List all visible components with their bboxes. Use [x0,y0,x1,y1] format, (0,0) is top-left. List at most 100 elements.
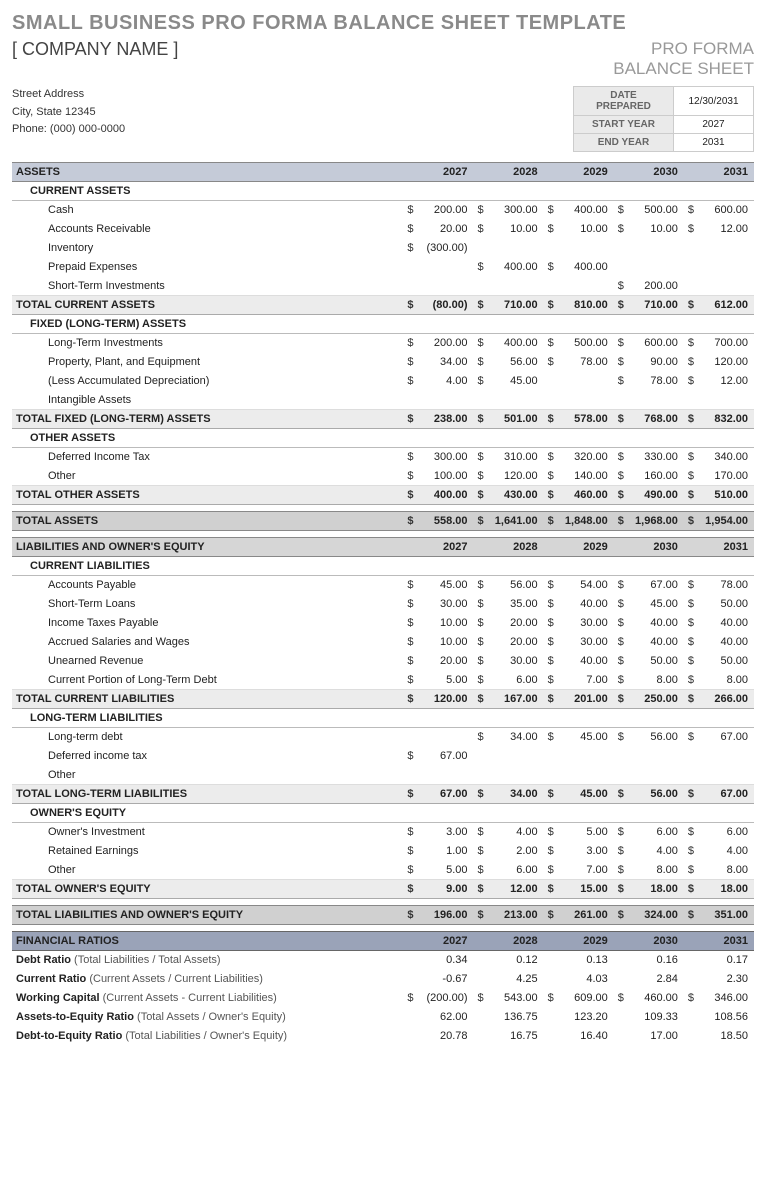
row-label: Owner's Investment [12,823,403,842]
currency-symbol [403,728,417,747]
currency-symbol: $ [544,989,558,1008]
amount: 558.00 [418,512,474,531]
amount: 7.00 [558,861,614,880]
row-label: Long-term debt [12,728,403,747]
amount [628,747,684,766]
amount: 34.00 [488,728,544,747]
amount: 1,968.00 [628,512,684,531]
pro-forma-line1: PRO FORMA [613,39,754,59]
currency-symbol: $ [403,372,417,391]
page-title: SMALL BUSINESS PRO FORMA BALANCE SHEET T… [12,12,754,35]
currency-symbol: $ [544,728,558,747]
currency-symbol: $ [474,842,488,861]
currency-symbol [474,766,488,785]
currency-symbol: $ [614,633,628,652]
balance-sheet-table: ASSETS20272028202920302031CURRENT ASSETS… [12,162,754,1046]
currency-symbol: $ [403,880,417,899]
currency-symbol: $ [544,296,558,315]
currency-symbol: $ [614,842,628,861]
amount: 67.00 [418,747,474,766]
row-label: Other [12,861,403,880]
currency-symbol [403,391,417,410]
amount: 1,848.00 [558,512,614,531]
amount: 109.33 [628,1008,684,1027]
currency-symbol: $ [544,842,558,861]
amount: 45.00 [558,728,614,747]
currency-symbol: $ [684,595,698,614]
year-header: 2030 [628,932,684,951]
currency-symbol: $ [474,785,488,804]
currency-symbol: $ [614,448,628,467]
currency-symbol: $ [474,334,488,353]
total-assets: TOTAL ASSETS$558.00$1,641.00$1,848.00$1,… [12,512,754,531]
currency-symbol: $ [684,576,698,595]
currency-symbol [544,239,558,258]
amount: 6.00 [488,861,544,880]
currency-symbol: $ [403,410,417,429]
currency-symbol: $ [614,652,628,671]
currency-symbol [544,1027,558,1046]
currency-symbol: $ [474,467,488,486]
currency-symbol: $ [614,595,628,614]
amount: 1.00 [418,842,474,861]
currency-symbol [474,1008,488,1027]
row-label: Accrued Salaries and Wages [12,633,403,652]
currency-symbol: $ [684,467,698,486]
start-year-label: START YEAR [574,116,674,134]
currency-symbol: $ [614,277,628,296]
currency-symbol: $ [474,258,488,277]
amount: 6.00 [698,823,754,842]
currency-symbol: $ [684,880,698,899]
currency-symbol: $ [614,410,628,429]
amount: 18.00 [698,880,754,899]
row-label: TOTAL LONG-TERM LIABILITIES [12,785,403,804]
amount: 15.00 [558,880,614,899]
currency-symbol: $ [544,906,558,925]
amount: 45.00 [628,595,684,614]
amount: 300.00 [418,448,474,467]
amount: 310.00 [488,448,544,467]
amount: 10.00 [418,633,474,652]
year-header: 2027 [418,538,474,557]
currency-symbol: $ [474,728,488,747]
currency-symbol [614,766,628,785]
amount: 500.00 [628,201,684,220]
currency-symbol: $ [474,614,488,633]
amount: 67.00 [628,576,684,595]
amount: 2.30 [698,970,754,989]
amount: 30.00 [558,633,614,652]
currency-symbol [614,258,628,277]
end-year-value: 2031 [674,134,754,152]
amount: 120.00 [698,353,754,372]
year-header: 2028 [488,163,544,182]
amount: 400.00 [418,486,474,505]
currency-symbol: $ [684,989,698,1008]
amount: 20.00 [418,220,474,239]
currency-symbol: $ [684,823,698,842]
ratio-ae: Assets-to-Equity Ratio (Total Assets / O… [12,1008,754,1027]
currency-symbol [684,391,698,410]
street: Street Address [12,86,125,104]
currency-symbol: $ [403,861,417,880]
amount: 140.00 [558,467,614,486]
total-liabilities-equity: TOTAL LIABILITIES AND OWNER'S EQUITY$196… [12,906,754,925]
currency-symbol: $ [474,633,488,652]
amount: 2.00 [488,842,544,861]
row-asw: Accrued Salaries and Wages$10.00$20.00$3… [12,633,754,652]
currency-symbol: $ [403,239,417,258]
amount: 4.00 [488,823,544,842]
amount: 0.13 [558,951,614,970]
amount: 8.00 [698,861,754,880]
currency-symbol [544,391,558,410]
currency-symbol: $ [684,334,698,353]
amount: 510.00 [698,486,754,505]
amount: 5.00 [558,823,614,842]
amount: 238.00 [418,410,474,429]
currency-symbol [544,372,558,391]
total-current-assets: TOTAL CURRENT ASSETS$(80.00)$710.00$810.… [12,296,754,315]
currency-symbol: $ [544,671,558,690]
amount [488,766,544,785]
amount: 250.00 [628,690,684,709]
year-header: 2031 [698,163,754,182]
amount: 3.00 [418,823,474,842]
